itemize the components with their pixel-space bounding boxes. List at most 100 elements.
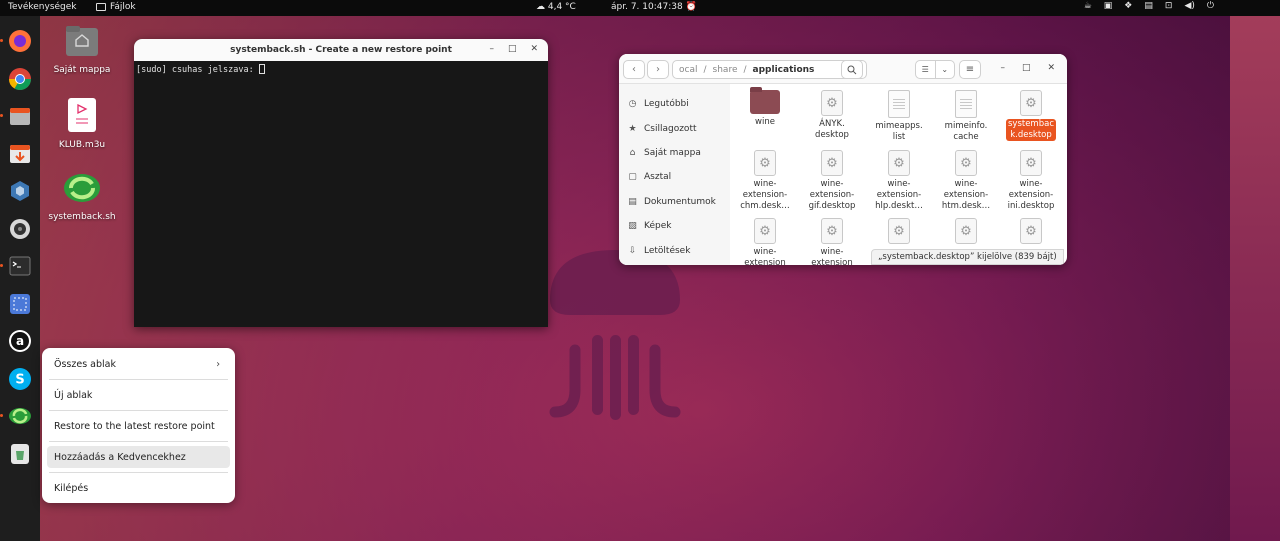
dock: a S [0,16,40,541]
volume-icon: ◀) [1184,1,1195,11]
sidebar-item-downloads[interactable]: ⇩ Letöltések [619,238,730,262]
desktop-icon-label: Saját mappa [53,65,111,75]
home-folder-icon [47,24,117,61]
running-indicator [0,114,3,117]
file-item[interactable]: ⚙ [998,218,1064,247]
minimize-icon[interactable]: – [489,44,494,54]
weather-indicator[interactable]: ☁ 4,4 °C [536,2,576,12]
desktop-icon-systemback[interactable]: systemback.sh [47,171,117,222]
path-segment[interactable]: share [713,65,738,75]
activities-button[interactable]: Tevékenységek [8,2,77,12]
maximize-icon[interactable]: □ [508,44,517,54]
file-item[interactable]: mimeinfo. cache [933,90,999,143]
file-item-selected[interactable]: ⚙ systembac k.desktop [998,90,1064,141]
file-label: mimeapps. list [875,121,923,142]
firefox-launcher[interactable] [0,28,33,54]
folder-icon [96,3,106,11]
hamburger-menu-button[interactable]: ≡ [959,60,981,79]
view-toggle[interactable]: ☰ ⌄ [915,60,955,79]
menu-item-restore-latest[interactable]: Restore to the latest restore point [47,415,230,437]
file-grid: wine ⚙ ÁNYK. desktop mimeapps. list mime… [730,84,1067,265]
file-item[interactable]: ⚙ ÁNYK. desktop [799,90,865,141]
menu-item-quit[interactable]: Kilépés [47,477,230,499]
maximize-icon[interactable]: □ [1022,63,1031,73]
gear-icon: ⚙ [888,150,910,176]
file-item[interactable]: ⚙ wine- extension [732,218,798,265]
files-window[interactable]: ‹ › ocal / share / applications ⋮ ☰ ⌄ ≡ … [619,54,1067,265]
terminal-launcher[interactable] [0,253,33,279]
menu-item-all-windows[interactable]: Összes ablak › [47,353,230,375]
sidebar-item-home[interactable]: ⌂ Saját mappa [619,141,730,165]
sidebar-item-pictures[interactable]: ▨ Képek [619,214,730,238]
terminal-output[interactable]: [sudo] csuhas jelszava: [134,61,548,78]
menu-item-label: Restore to the latest restore point [54,420,215,432]
terminal-cursor [258,64,265,74]
system-tray[interactable]: ☕ ▣ ❖ ▤ ⊡ ◀) ⏻ [1084,1,1214,11]
gear-icon: ⚙ [1020,218,1042,244]
file-label: wine- extension- ini.desktop [1007,179,1055,211]
files-launcher[interactable] [0,103,33,129]
close-icon[interactable]: ✕ [1047,63,1055,73]
file-item[interactable]: ⚙ wine- extension- chm.desk… [732,150,798,212]
file-item[interactable]: ⚙ wine- extension- htm.desk… [933,150,999,212]
file-item[interactable]: ⚙ wine- extension [799,218,865,265]
text-file-icon [888,90,910,118]
chrome-launcher[interactable] [7,66,33,92]
software-icon [10,144,30,163]
desktop-icon-klub[interactable]: KLUB.m3u [47,97,117,150]
file-item[interactable]: mimeapps. list [866,90,932,143]
desktop-icon-home[interactable]: Saját mappa [47,24,117,75]
clock-button[interactable]: ápr. 7. 10:47:38 ⏰ [611,2,697,12]
terminal-window[interactable]: systemback.sh - Create a new restore poi… [134,39,548,327]
rhythmbox-launcher[interactable] [7,216,33,242]
chevron-down-icon[interactable]: ⌄ [936,61,955,78]
systemback-icon [9,408,31,424]
menu-separator [49,379,228,380]
list-view-icon[interactable]: ☰ [916,61,936,78]
sidebar-item-label: Képek [644,221,672,232]
skype-launcher[interactable]: S [7,366,33,392]
minimize-icon[interactable]: – [1000,63,1005,73]
file-label: systembac k.desktop [1005,119,1056,141]
running-indicator [0,39,3,42]
path-segment[interactable]: ocal [679,65,697,75]
file-item[interactable]: ⚙ wine- extension- gif.desktop [799,150,865,212]
virtualbox-launcher[interactable] [7,178,33,204]
network-icon: ⊡ [1164,1,1173,11]
gear-icon: ⚙ [821,90,843,116]
search-button[interactable] [841,60,863,79]
menu-item-new-window[interactable]: Új ablak [47,384,230,406]
sidebar-item-label: Csillagozott [644,123,697,134]
sidebar-item-starred[interactable]: ★ Csillagozott [619,116,730,140]
file-item[interactable]: ⚙ [866,218,932,247]
file-label: wine- extension [811,247,853,265]
screenshot-launcher[interactable] [7,291,33,317]
close-icon[interactable]: ✕ [530,44,538,54]
trash-launcher[interactable] [7,441,33,467]
files-headerbar[interactable]: ‹ › ocal / share / applications ⋮ ☰ ⌄ ≡ … [619,54,1067,84]
software-launcher[interactable] [7,141,33,167]
file-item[interactable]: ⚙ [933,218,999,247]
sidebar-item-documents[interactable]: ▤ Dokumentumok [619,190,730,214]
menu-item-label: Új ablak [54,389,93,401]
file-item-wine[interactable]: wine [732,87,798,128]
systemback-launcher[interactable] [0,403,33,429]
back-button[interactable]: ‹ [623,60,645,79]
clock-label: ápr. 7. 10:47:38 [611,2,683,12]
chevron-right-icon: › [656,64,660,75]
sidebar-item-desktop[interactable]: ▢ Asztal [619,165,730,189]
document-icon: ▤ [628,196,637,207]
gear-icon: ⚙ [888,218,910,244]
playlist-file-icon [47,97,117,136]
path-bar[interactable]: ocal / share / applications ⋮ [672,60,867,79]
file-item[interactable]: ⚙ wine- extension- hlp.deskt… [866,150,932,212]
amazon-launcher[interactable]: a [7,328,33,354]
app-menu-button[interactable]: Fájlok [96,2,136,12]
gear-icon: ⚙ [821,218,843,244]
terminal-titlebar[interactable]: systemback.sh - Create a new restore poi… [134,39,548,61]
file-item[interactable]: ⚙ wine- extension- ini.desktop [998,150,1064,212]
path-segment-current[interactable]: applications [753,65,815,75]
sidebar-item-recent[interactable]: ◷ Legutóbbi [619,92,730,116]
menu-item-add-favorites[interactable]: Hozzáadás a Kedvencekhez [47,446,230,468]
forward-button[interactable]: › [647,60,669,79]
